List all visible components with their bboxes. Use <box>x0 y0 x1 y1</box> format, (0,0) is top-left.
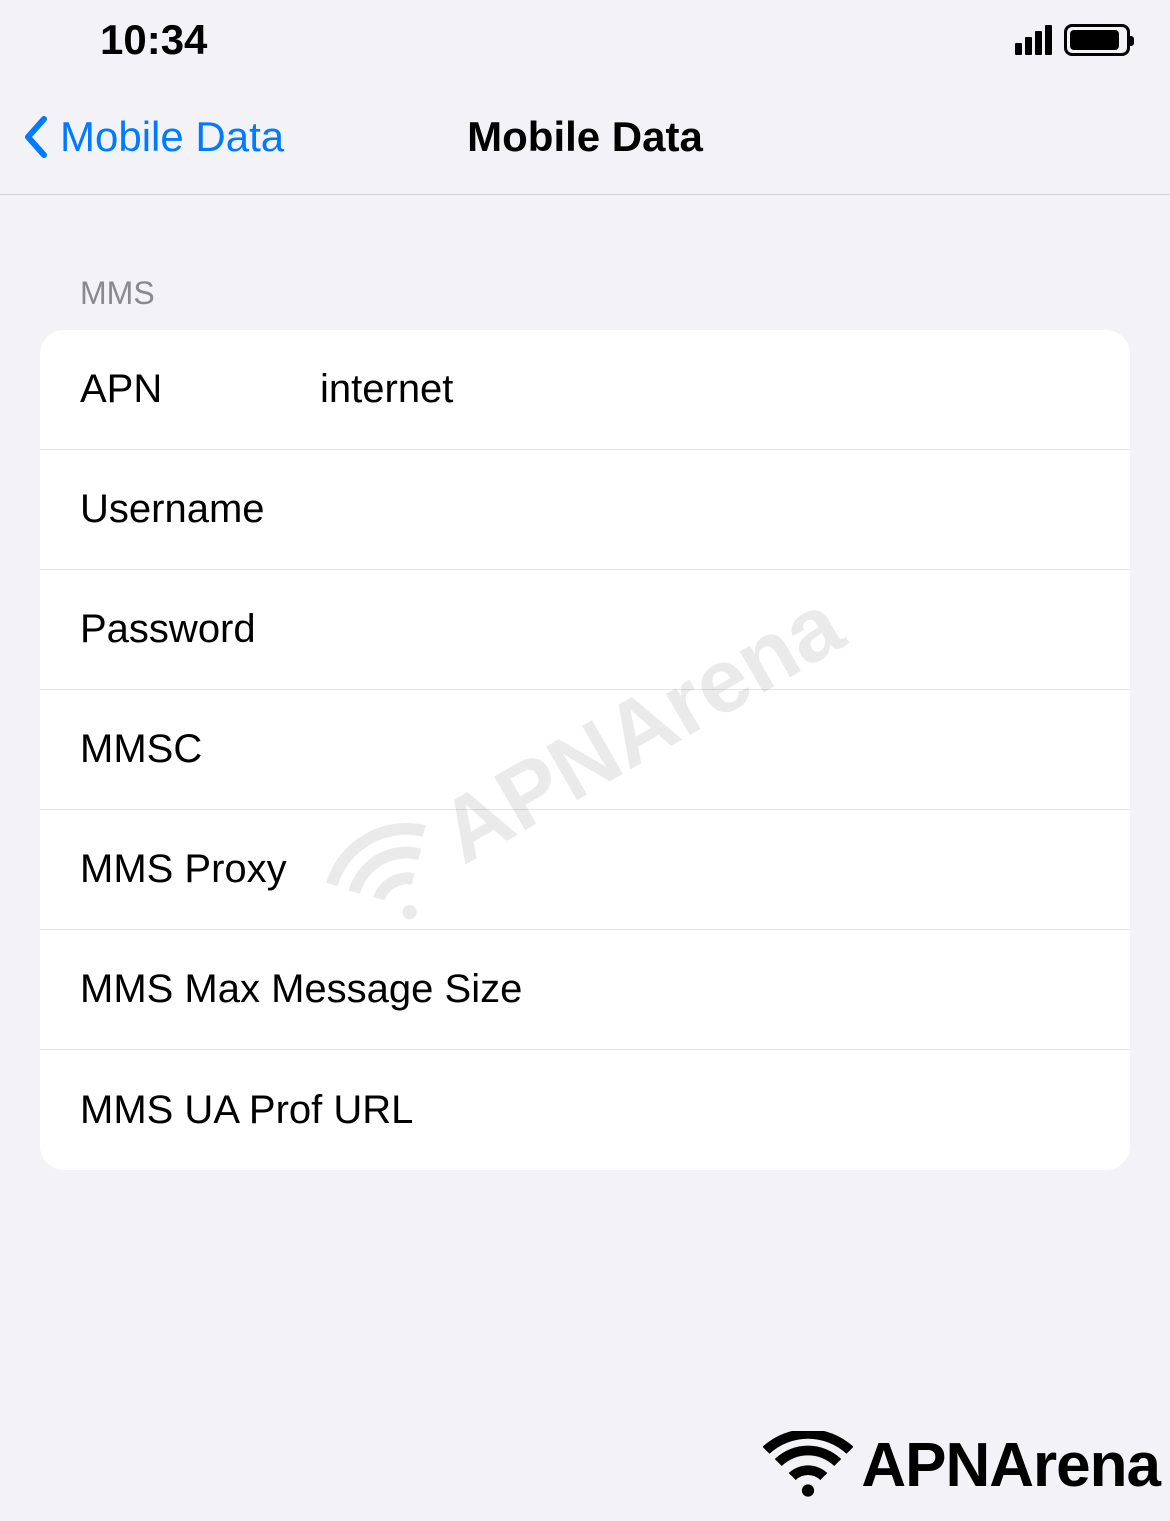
cellular-signal-icon <box>1015 25 1052 55</box>
row-password[interactable]: Password <box>40 570 1130 690</box>
watermark-bottom: APNArena <box>763 1430 1160 1501</box>
wifi-icon <box>763 1431 853 1501</box>
chevron-left-icon <box>22 115 50 159</box>
apn-input[interactable] <box>320 367 1090 412</box>
row-label-username: Username <box>80 487 320 532</box>
back-label: Mobile Data <box>60 113 284 161</box>
mms-ua-prof-url-input[interactable] <box>413 1088 1090 1133</box>
settings-group-mms: APN Username Password MMSC MMS Proxy MMS… <box>40 330 1130 1170</box>
row-mms-proxy[interactable]: MMS Proxy <box>40 810 1130 930</box>
row-label-mms-ua-prof-url: MMS UA Prof URL <box>80 1088 413 1133</box>
battery-icon <box>1064 24 1130 56</box>
content-area: MMS APN Username Password MMSC MMS Proxy… <box>0 195 1170 1170</box>
row-label-apn: APN <box>80 367 320 412</box>
status-time: 10:34 <box>100 16 207 64</box>
page-title: Mobile Data <box>467 113 703 161</box>
row-label-mms-max-message-size: MMS Max Message Size <box>80 967 522 1012</box>
row-label-mmsc: MMSC <box>80 727 320 772</box>
row-username[interactable]: Username <box>40 450 1130 570</box>
row-label-password: Password <box>80 607 320 652</box>
back-button[interactable]: Mobile Data <box>0 113 284 161</box>
status-bar: 10:34 <box>0 0 1170 80</box>
row-mms-max-message-size[interactable]: MMS Max Message Size <box>40 930 1130 1050</box>
watermark-bottom-text: APNArena <box>861 1430 1160 1501</box>
row-mmsc[interactable]: MMSC <box>40 690 1130 810</box>
section-header-mms: MMS <box>40 275 1130 312</box>
mms-max-message-size-input[interactable] <box>522 967 1090 1012</box>
row-apn[interactable]: APN <box>40 330 1130 450</box>
row-label-mms-proxy: MMS Proxy <box>80 847 287 892</box>
navigation-bar: Mobile Data Mobile Data <box>0 80 1170 195</box>
username-input[interactable] <box>320 487 1090 532</box>
row-mms-ua-prof-url[interactable]: MMS UA Prof URL <box>40 1050 1130 1170</box>
mmsc-input[interactable] <box>320 727 1090 772</box>
password-input[interactable] <box>320 607 1090 652</box>
mms-proxy-input[interactable] <box>287 847 1090 892</box>
status-indicators <box>1015 24 1130 56</box>
